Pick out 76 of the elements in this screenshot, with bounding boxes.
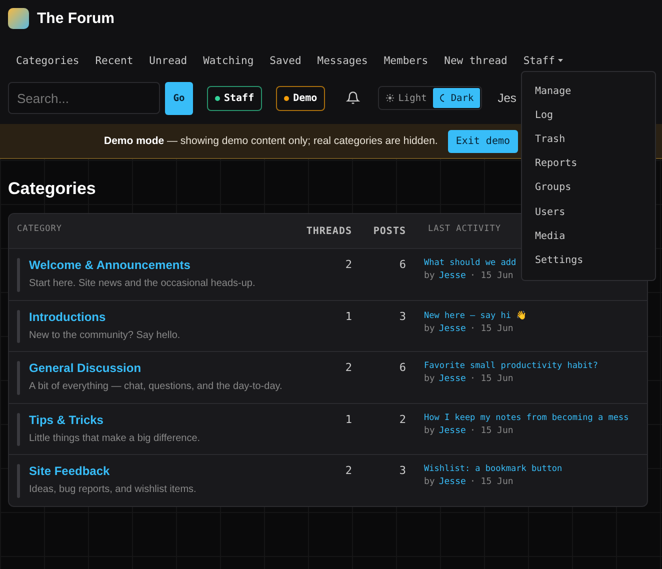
post-date: · 15 Jun [470, 324, 514, 334]
nav-link[interactable]: Saved [262, 45, 310, 76]
category-description: New to the community? Say hello. [29, 328, 180, 342]
role-badge[interactable]: Demo [276, 86, 326, 110]
thread-link[interactable]: How I keep my notes from becoming a mess [424, 412, 647, 422]
banner-text: Demo mode — showing demo content only; real categories are hidden. [104, 135, 438, 147]
author-link[interactable]: Jesse [438, 426, 466, 436]
thread-link[interactable]: Wishlist: a bookmark button [424, 464, 647, 474]
post-date: · 15 Jun [470, 271, 514, 281]
site-title: The Forum [37, 10, 114, 27]
thread-count: 1 [344, 412, 352, 426]
post-count: 2 [398, 412, 406, 426]
thread-link[interactable]: Favorite small productivity habit? [424, 361, 647, 371]
caret-icon [558, 59, 563, 62]
theme-option[interactable]: Light [380, 88, 433, 108]
menu-item[interactable]: Trash [522, 127, 655, 152]
category-link[interactable]: Tips & Tricks [29, 412, 200, 426]
category-description: A bit of everything — chat, questions, and the day-to-day. [29, 380, 282, 394]
forum-logo[interactable] [8, 8, 29, 29]
menu-item[interactable]: Media [522, 224, 655, 248]
menu-item[interactable]: Reports [522, 152, 655, 176]
staff-menu-toggle[interactable]: Staff [515, 45, 571, 76]
exit-demo-button[interactable]: Exit demo [448, 130, 518, 152]
post-count: 6 [398, 361, 406, 374]
menu-item[interactable]: Groups [522, 176, 655, 200]
category-description: Little things that make a big difference. [29, 432, 200, 446]
menu-item[interactable]: Manage [522, 79, 655, 104]
page-heading: Categories [8, 179, 96, 199]
post-count: 3 [398, 310, 406, 322]
post-date: · 15 Jun [470, 426, 514, 436]
category-description: Start here. Site news and the occasional heads-up. [29, 277, 256, 291]
thread-count: 2 [344, 464, 352, 477]
author-link[interactable]: Jesse [438, 477, 466, 487]
author-link[interactable]: Jesse [438, 271, 466, 281]
thread-count: 1 [344, 310, 352, 322]
category-link[interactable]: Site Feedback [29, 464, 196, 478]
moon-icon [438, 94, 447, 102]
category-link[interactable]: Introductions [29, 310, 180, 324]
menu-item[interactable]: Settings [522, 248, 655, 272]
nav-link[interactable]: Unread [141, 45, 196, 76]
category-link[interactable]: General Discussion [29, 361, 282, 375]
author-link[interactable]: Jesse [438, 374, 466, 384]
menu-item[interactable]: Log [522, 103, 655, 128]
by-label: by [424, 271, 435, 281]
user-name[interactable]: Jes [498, 91, 516, 105]
by-label: by [424, 426, 435, 436]
by-label: by [424, 324, 435, 334]
sun-icon [386, 94, 394, 102]
thread-count: 2 [344, 258, 352, 271]
nav-link[interactable]: Messages [309, 45, 376, 76]
nav-link[interactable]: New thread [436, 45, 516, 76]
category-description: Ideas, bug reports, and wishlist items. [29, 483, 196, 497]
post-date: · 15 Jun [470, 374, 514, 384]
role-badge[interactable]: Staff [207, 86, 262, 110]
menu-item[interactable]: Users [522, 200, 655, 224]
go-button[interactable]: Go [165, 82, 193, 114]
by-label: by [424, 477, 435, 487]
theme-option[interactable]: Dark [432, 88, 480, 108]
post-date: · 15 Jun [470, 477, 514, 487]
column-header: LAST ACTIVITY [427, 224, 502, 234]
column-header: CATEGORY [16, 224, 63, 234]
category-link[interactable]: Welcome & Announcements [29, 258, 256, 272]
by-label: by [424, 374, 435, 384]
post-count: 6 [398, 258, 406, 271]
thread-count: 2 [344, 361, 352, 374]
nav-link[interactable]: Recent [87, 45, 142, 76]
column-header: POSTS [372, 226, 406, 237]
nav-link[interactable]: Categories [8, 45, 88, 76]
nav-link[interactable]: Members [376, 45, 436, 76]
bell-icon[interactable] [346, 91, 360, 105]
nav-link[interactable]: Watching [195, 45, 262, 76]
search-field[interactable]: Search... [8, 82, 160, 114]
author-link[interactable]: Jesse [438, 324, 466, 334]
thread-link[interactable]: New here — say hi 👋 [424, 310, 647, 320]
column-header: THREADS [305, 226, 352, 237]
post-count: 3 [398, 464, 406, 477]
